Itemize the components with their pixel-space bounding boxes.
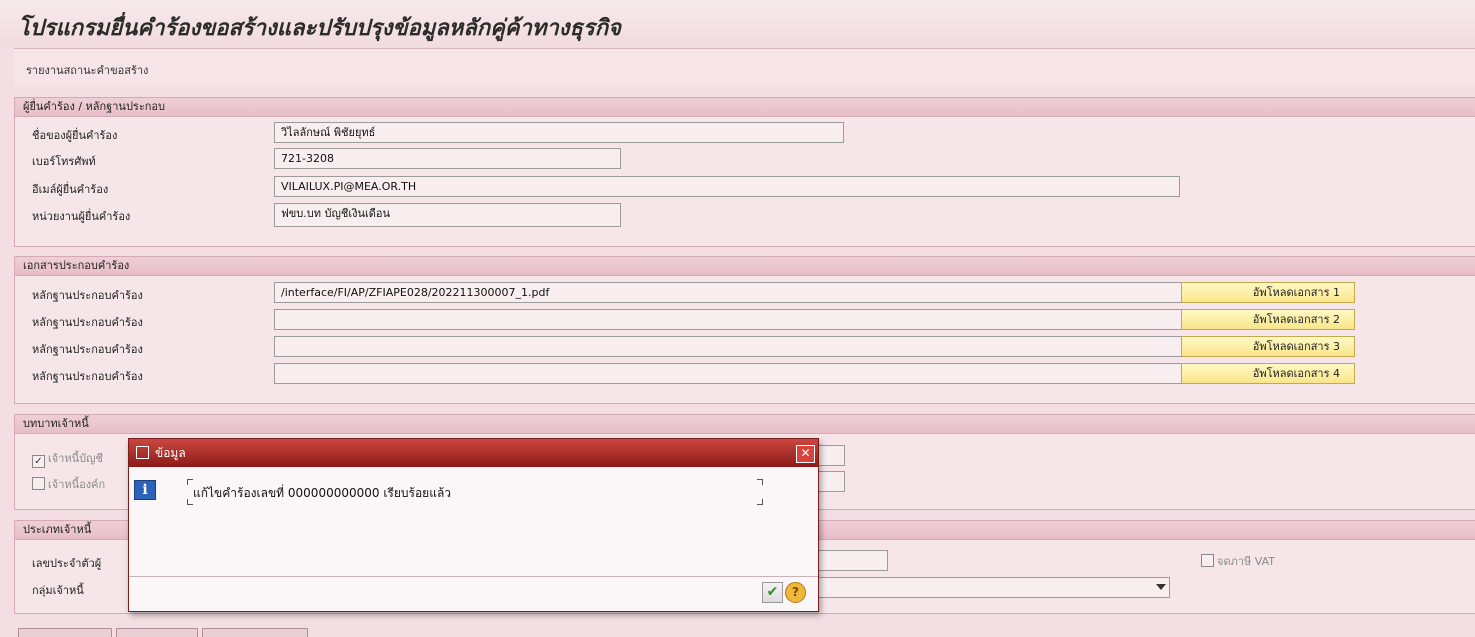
- documents-group-header: เอกสารประกอบคำร้อง: [15, 257, 1475, 276]
- document-label: หลักฐานประกอบคำร้อง: [32, 289, 143, 302]
- dialog-title: ข้อมูล: [155, 446, 186, 460]
- info-dialog: ข้อมูล ✕ i แก้ไขคำร้องเลขที่ 00000000000…: [128, 438, 819, 612]
- title-bar: โปรแกรมยื่นคำร้องขอสร้างและปรับปรุงข้อมู…: [0, 0, 1475, 48]
- document-row: หลักฐานประกอบคำร้อง อัพโหลดเอกสาร 3: [15, 336, 1475, 358]
- dialog-message: แก้ไขคำร้องเลขที่ 000000000000 เรียบร้อย…: [193, 486, 452, 500]
- taxid-label: เลขประจำตัวผู้: [32, 557, 102, 570]
- document-label: หลักฐานประกอบคำร้อง: [32, 316, 143, 329]
- dialog-header: ข้อมูล ✕: [129, 439, 818, 467]
- unit-label: หน่วยงานผู้ยื่นคำร้อง: [32, 210, 131, 223]
- unit-field[interactable]: ฟขบ.บท บัญชีเงินเดือน: [274, 203, 621, 227]
- close-icon[interactable]: ✕: [796, 445, 815, 463]
- ok-button[interactable]: ✔: [762, 582, 783, 603]
- requester-name-label: ชื่อของผู้ยื่นคำร้อง: [32, 129, 118, 142]
- help-button[interactable]: ?: [785, 582, 806, 603]
- upload-document-4-button[interactable]: อัพโหลดเอกสาร 4: [1181, 363, 1355, 384]
- creditor-org-label: เจ้าหนี้องค์ก: [48, 478, 106, 491]
- email-field[interactable]: VILAILUX.PI@MEA.OR.TH: [274, 176, 1180, 197]
- upload-document-2-button[interactable]: อัพโหลดเอกสาร 2: [1181, 309, 1355, 330]
- page-title: โปรแกรมยื่นคำร้องขอสร้างและปรับปรุงข้อมู…: [18, 16, 621, 41]
- document-row: หลักฐานประกอบคำร้อง อัพโหลดเอกสาร 2: [15, 309, 1475, 331]
- document-path-field[interactable]: [274, 336, 1182, 357]
- requester-unit-row: หน่วยงานผู้ยื่นคำร้อง ฟขบ.บท บัญชีเงินเด…: [15, 203, 1475, 227]
- document-row: หลักฐานประกอบคำร้อง อัพโหลดเอกสาร 4: [15, 363, 1475, 385]
- bracket-top-right: [757, 479, 763, 485]
- checkbox-checked-icon[interactable]: ✓: [32, 455, 45, 468]
- vat-checkbox-icon[interactable]: [1201, 554, 1214, 567]
- dialog-footer: ✔ ?: [129, 576, 818, 611]
- phone-field[interactable]: 721-3208: [274, 148, 621, 169]
- window-icon: [136, 446, 149, 459]
- requester-group-header: ผู้ยื่นคำร้อง / หลักฐานประกอบ: [15, 98, 1475, 117]
- phone-label: เบอร์โทรศัพท์: [32, 155, 96, 168]
- document-label: หลักฐานประกอบคำร้อง: [32, 370, 143, 383]
- upload-document-3-button[interactable]: อัพโหลดเอกสาร 3: [1181, 336, 1355, 357]
- creditor-account-label: เจ้าหนี้บัญชี: [48, 452, 103, 465]
- email-label: อีเมล์ผู้ยื่นคำร้อง: [32, 183, 109, 196]
- requester-email-row: อีเมล์ผู้ยื่นคำร้อง VILAILUX.PI@MEA.OR.T…: [15, 176, 1475, 198]
- info-icon: i: [134, 480, 156, 500]
- document-path-field[interactable]: [274, 309, 1182, 330]
- creditor-role-header: บทบาทเจ้าหนี้: [15, 415, 1475, 434]
- document-row: หลักฐานประกอบคำร้อง /interface/FI/AP/ZFI…: [15, 282, 1475, 304]
- document-path-field[interactable]: [274, 363, 1182, 384]
- checkbox-icon[interactable]: [32, 477, 45, 490]
- chevron-down-icon[interactable]: [1156, 584, 1166, 590]
- subtitle-bar: รายงานสถานะคำขอสร้าง: [14, 48, 1475, 87]
- requester-group: ผู้ยื่นคำร้อง / หลักฐานประกอบ ชื่อของผู้…: [14, 97, 1475, 247]
- status-report-label: รายงานสถานะคำขอสร้าง: [26, 64, 149, 77]
- requester-name-field[interactable]: วิไลลักษณ์ พิชัยยุทธ์: [274, 122, 844, 143]
- bracket-bottom-right: [757, 499, 763, 505]
- requester-phone-row: เบอร์โทรศัพท์ 721-3208: [15, 148, 1475, 170]
- documents-group: เอกสารประกอบคำร้อง หลักฐานประกอบคำร้อง /…: [14, 256, 1475, 404]
- document-path-field[interactable]: /interface/FI/AP/ZFIAPE028/202211300007_…: [274, 282, 1182, 303]
- upload-document-1-button[interactable]: อัพโหลดเอกสาร 1: [1181, 282, 1355, 303]
- vat-label: จดภาษี VAT: [1217, 555, 1275, 568]
- creditor-group-label: กลุ่มเจ้าหนี้: [32, 584, 84, 597]
- requester-name-row: ชื่อของผู้ยื่นคำร้อง วิไลลักษณ์ พิชัยยุท…: [15, 122, 1475, 144]
- document-label: หลักฐานประกอบคำร้อง: [32, 343, 143, 356]
